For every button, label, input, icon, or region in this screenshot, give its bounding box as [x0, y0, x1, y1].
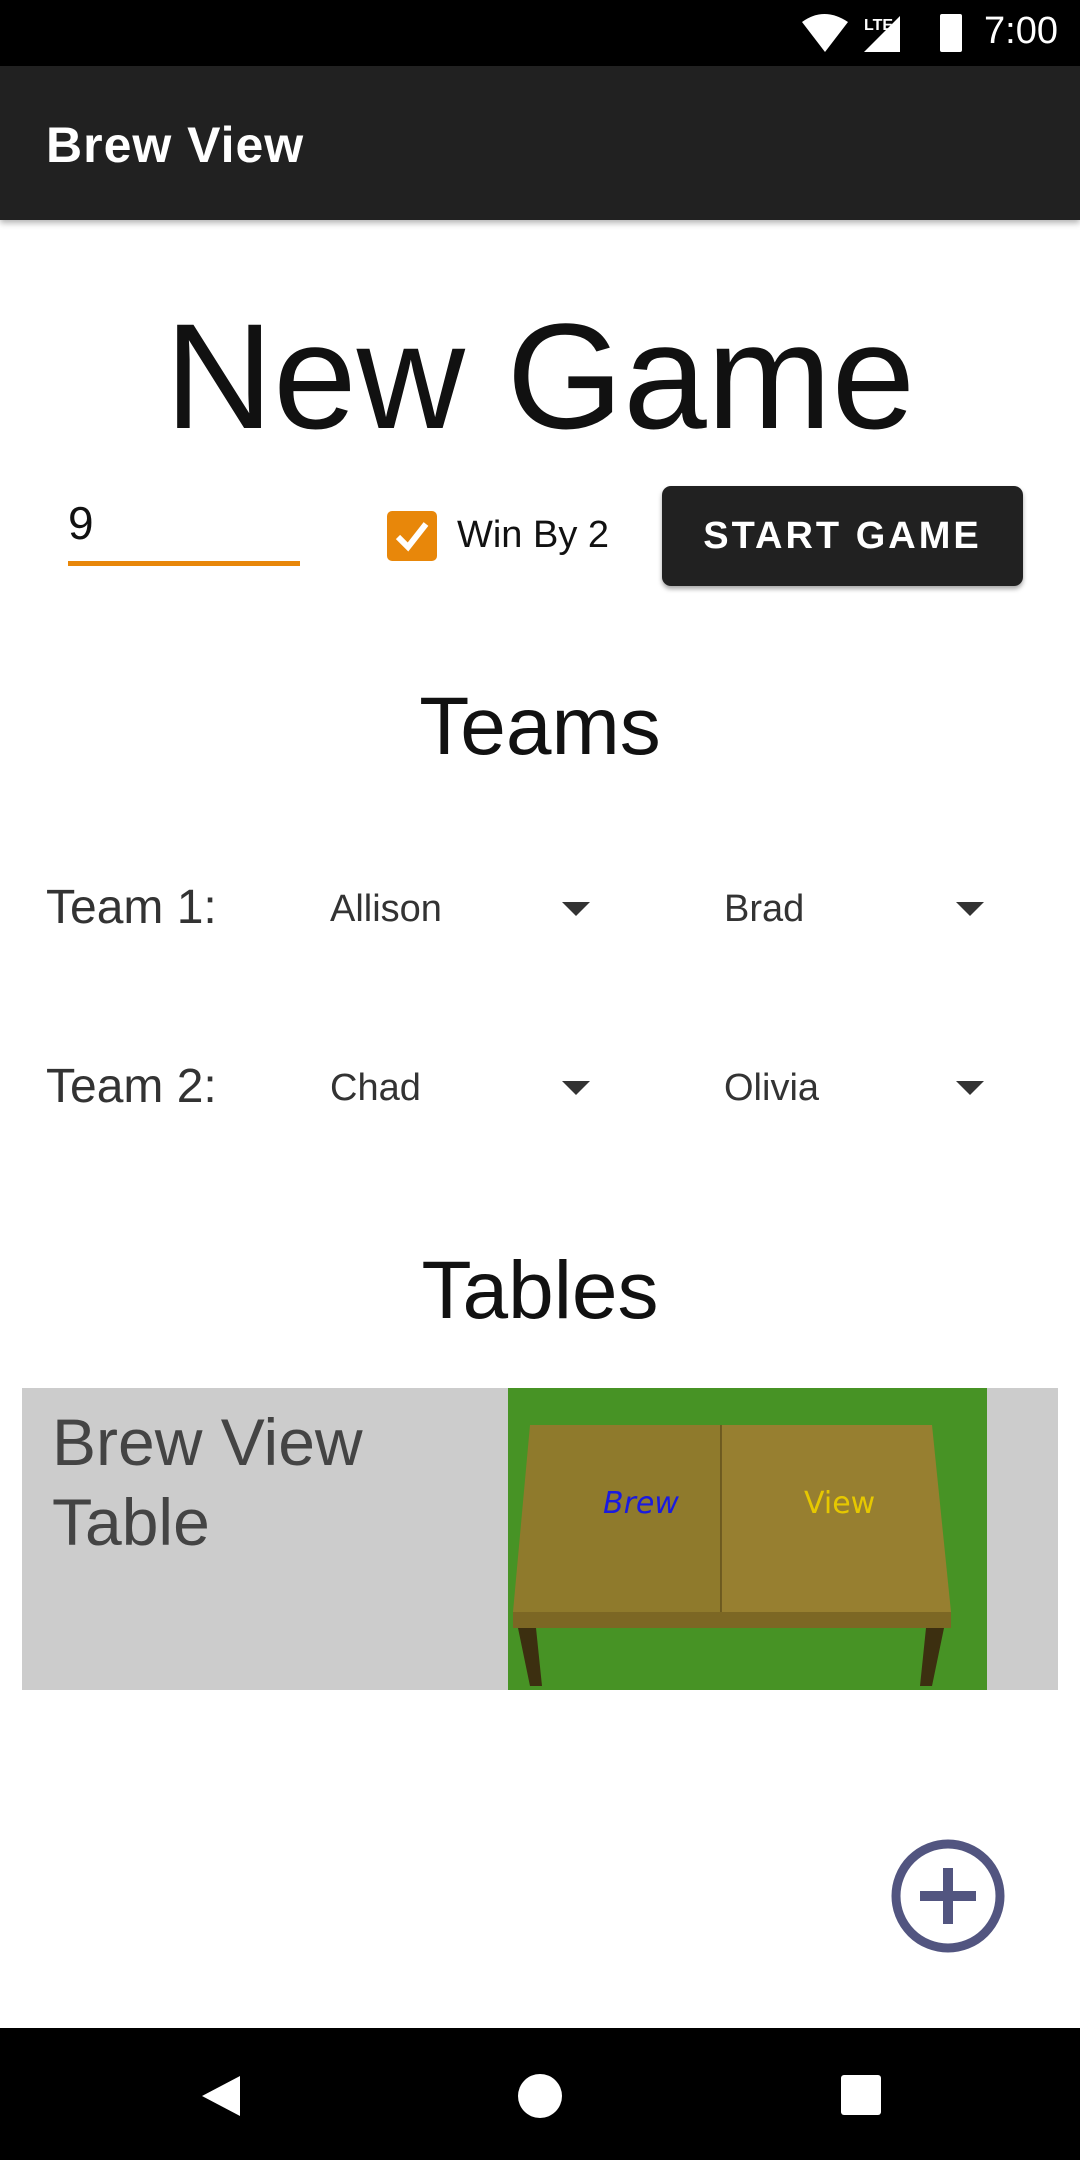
app-title: Brew View: [46, 117, 305, 173]
team-1-player-2-spinner[interactable]: Brad: [724, 870, 994, 946]
team-2-player-1-spinner[interactable]: Chad: [330, 1049, 600, 1125]
teams-heading: Teams: [419, 681, 661, 772]
wifi-lte-signal-icon: LTE: [802, 14, 900, 52]
clock: 7:00: [984, 10, 1058, 52]
svg-text:View: View: [804, 1486, 875, 1521]
start-game-button[interactable]: START GAME: [662, 486, 1023, 586]
spinner-value: Olivia: [724, 1067, 820, 1109]
tables-heading: Tables: [421, 1245, 659, 1336]
team-2-player-2-spinner[interactable]: Olivia: [724, 1049, 994, 1125]
dropdown-arrow-icon: [956, 1081, 984, 1095]
battery-icon: [940, 14, 962, 52]
status-bar: LTE 7:00: [0, 0, 1080, 66]
win-by-2-checkbox[interactable]: [387, 511, 437, 561]
spinner-value: Allison: [330, 888, 442, 930]
dropdown-arrow-icon: [956, 902, 984, 916]
dropdown-arrow-icon: [562, 902, 590, 916]
points-input[interactable]: 9: [68, 496, 300, 566]
svg-text:Brew: Brew: [603, 1486, 679, 1521]
table-list-item[interactable]: Brew View Table Brew View: [22, 1388, 1058, 1690]
win-by-2-label: Win By 2: [457, 514, 610, 556]
app-bar: Brew View: [0, 66, 1080, 220]
navigation-bar: [0, 2028, 1080, 2160]
team-1-label: Team 1:: [46, 881, 217, 934]
home-icon[interactable]: [516, 2072, 564, 2120]
recents-icon[interactable]: [840, 2074, 882, 2116]
back-icon[interactable]: [198, 2074, 242, 2118]
add-table-button[interactable]: [890, 1838, 1006, 1954]
spinner-value: Brad: [724, 888, 805, 930]
check-icon: [395, 522, 429, 552]
table-name: Brew View Table: [52, 1405, 363, 1559]
dropdown-arrow-icon: [562, 1081, 590, 1095]
team-1-player-1-spinner[interactable]: Allison: [330, 870, 600, 946]
table-image: Brew View: [508, 1388, 987, 1690]
page-title: New Game: [164, 292, 916, 460]
spinner-value: Chad: [330, 1067, 421, 1109]
team-2-label: Team 2:: [46, 1060, 217, 1113]
